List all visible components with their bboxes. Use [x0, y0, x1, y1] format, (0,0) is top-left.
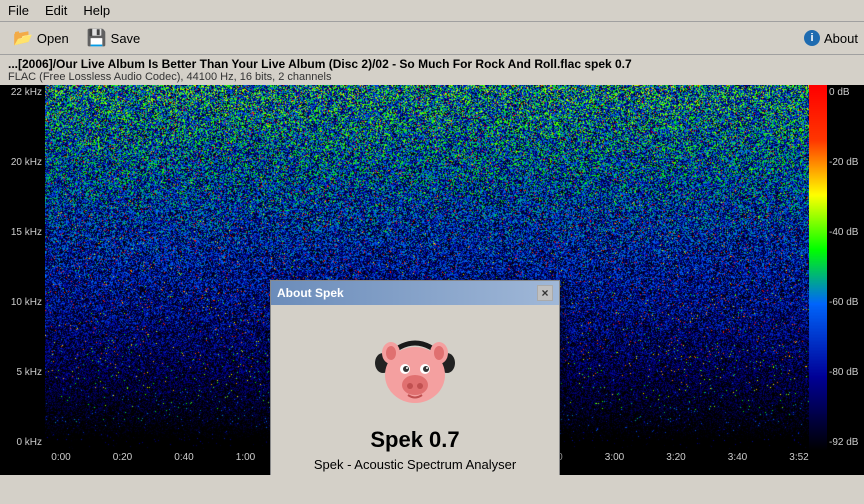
about-dialog: About Spek × [270, 280, 560, 475]
dblabel-0: 0 dB [829, 87, 862, 98]
dblabels: 0 dB -20 dB -40 dB -60 dB -80 dB -92 dB [827, 85, 864, 450]
dblabel-20: -20 dB [829, 157, 862, 168]
dialog-titlebar: About Spek × [271, 281, 559, 305]
about-label: About [824, 31, 858, 46]
xlabel-300: 3:00 [599, 452, 631, 463]
xlabel-340: 3:40 [722, 452, 754, 463]
save-icon: 💾 [87, 28, 107, 48]
ylabel-0: 0 kHz [2, 437, 42, 448]
dialog-title: About Spek [277, 286, 344, 300]
open-icon: 📂 [13, 28, 33, 48]
open-label: Open [37, 31, 69, 46]
menu-edit[interactable]: Edit [41, 2, 71, 19]
save-label: Save [111, 31, 141, 46]
xlabel-352: 3:52 [783, 452, 815, 463]
dblabel-92: -92 dB [829, 437, 862, 448]
about-button[interactable]: i About [804, 30, 858, 46]
save-button[interactable]: 💾 Save [80, 25, 148, 51]
xlabel-320: 3:20 [660, 452, 692, 463]
xlabel-20: 0:20 [107, 452, 139, 463]
ylabel-5: 5 kHz [2, 367, 42, 378]
menu-help[interactable]: Help [79, 2, 114, 19]
xlabel-40: 0:40 [168, 452, 200, 463]
ylabel-22: 22 kHz [2, 87, 42, 98]
yaxis: 0 kHz 5 kHz 10 kHz 15 kHz 20 kHz 22 kHz [0, 85, 45, 450]
app-name: Spek 0.7 [287, 427, 543, 453]
dblabel-60: -60 dB [829, 297, 862, 308]
xlabel-0: 0:00 [45, 452, 77, 463]
colorbar [809, 85, 827, 450]
dblabel-40: -40 dB [829, 227, 862, 238]
pig-mascot [365, 317, 465, 417]
colorscale: 0 dB -20 dB -40 dB -60 dB -80 dB -92 dB [809, 85, 864, 450]
spectrogram-container: 0 kHz 5 kHz 10 kHz 15 kHz 20 kHz 22 kHz … [0, 85, 864, 475]
xlabel-100: 1:00 [230, 452, 262, 463]
menubar: File Edit Help [0, 0, 864, 22]
menu-file[interactable]: File [4, 2, 33, 19]
dialog-body: Spek 0.7 Spek - Acoustic Spectrum Analys… [271, 305, 559, 475]
dialog-close-button[interactable]: × [537, 285, 553, 301]
ylabel-20: 20 kHz [2, 157, 42, 168]
ylabel-15: 15 kHz [2, 227, 42, 238]
info-icon: i [804, 30, 820, 46]
open-button[interactable]: 📂 Open [6, 25, 76, 51]
toolbar: 📂 Open 💾 Save i About [0, 22, 864, 55]
dblabel-80: -80 dB [829, 367, 862, 378]
fileinfo: FLAC (Free Lossless Audio Codec), 44100 … [8, 71, 856, 83]
infobar: ...[2006]/Our Live Album Is Better Than … [0, 55, 864, 85]
ylabel-10: 10 kHz [2, 297, 42, 308]
app-tagline: Spek - Acoustic Spectrum Analyser [287, 457, 543, 472]
filename: ...[2006]/Our Live Album Is Better Than … [8, 57, 856, 71]
